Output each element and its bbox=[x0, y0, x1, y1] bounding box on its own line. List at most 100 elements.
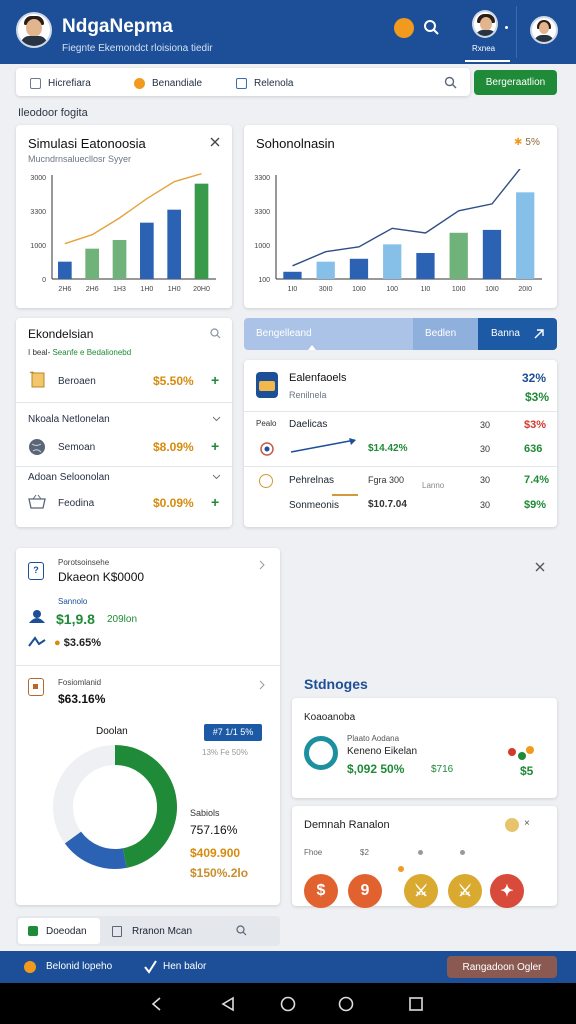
divider bbox=[16, 665, 280, 666]
coin-label: $2 bbox=[360, 848, 369, 857]
pct-text: $3.65% bbox=[63, 637, 102, 649]
donut-title: Doolan bbox=[96, 726, 128, 737]
meta-prefix: I beal- bbox=[28, 348, 51, 357]
donut-chart bbox=[53, 745, 177, 869]
chevron-down-icon[interactable] bbox=[212, 474, 221, 480]
wallet-label: Porotsoinsehe bbox=[58, 558, 110, 567]
list-item[interactable]: Semoan $8.09% + bbox=[16, 436, 232, 460]
x-tick-label: 100 bbox=[386, 286, 398, 293]
donut-tag-sub: 13% Fe 50% bbox=[202, 748, 248, 757]
row-value: $14.42% bbox=[368, 443, 408, 454]
chevron-right-icon[interactable] bbox=[258, 680, 266, 690]
search-icon[interactable] bbox=[210, 328, 221, 339]
bar bbox=[482, 229, 502, 279]
chevron-down-icon[interactable] bbox=[212, 416, 221, 422]
lock-icon bbox=[28, 678, 44, 696]
coin-icon bbox=[505, 818, 519, 832]
tab-hicrefiara[interactable]: Hicrefiara bbox=[30, 68, 91, 98]
tab-bedlen[interactable]: Bedlen bbox=[413, 318, 478, 350]
pct-value: ● $3.65% bbox=[54, 637, 101, 649]
coin-icon bbox=[134, 77, 145, 89]
home-icon[interactable] bbox=[280, 996, 296, 1012]
item-label: Beroaen bbox=[58, 376, 96, 387]
row-n: 30 bbox=[480, 500, 491, 510]
tab-doeodan[interactable]: Doeodan bbox=[18, 918, 100, 944]
search-icon[interactable] bbox=[236, 925, 247, 936]
action-button[interactable]: Bergeraatlion bbox=[474, 70, 557, 95]
add-icon[interactable]: + bbox=[211, 494, 219, 510]
list-item[interactable]: Beroaen $5.50% + bbox=[16, 368, 232, 396]
chart-subtitle: Mucndrnsaluecllosr Syyer bbox=[28, 154, 132, 164]
profile-underline bbox=[465, 60, 510, 62]
item-label: Feodina bbox=[58, 498, 95, 509]
row-prefix: Pealo bbox=[256, 419, 277, 428]
list-item[interactable]: Feodina $0.09% + bbox=[16, 492, 232, 516]
close-icon[interactable] bbox=[210, 137, 220, 147]
question-icon[interactable]: ? bbox=[28, 562, 44, 580]
coin-nine-icon[interactable]: 9 bbox=[348, 874, 382, 908]
profile-avatar[interactable] bbox=[472, 10, 498, 38]
bar bbox=[316, 261, 335, 279]
y-tick-label: 3300 bbox=[254, 209, 270, 216]
search-icon[interactable] bbox=[444, 76, 457, 89]
footer-action-button[interactable]: Rangadoon Ogler bbox=[447, 956, 557, 978]
basket-icon bbox=[28, 494, 46, 509]
triangle-back-icon[interactable] bbox=[221, 996, 235, 1012]
user-avatar[interactable] bbox=[16, 12, 52, 48]
tab-banna[interactable]: Banna bbox=[478, 318, 557, 350]
bar bbox=[140, 222, 154, 279]
row-label: Pehrelnas bbox=[289, 475, 335, 486]
home-icon[interactable] bbox=[338, 996, 354, 1012]
tab-benandiale[interactable]: Benandiale bbox=[134, 68, 202, 98]
donut-segment bbox=[114, 745, 177, 868]
pct-value: $3% bbox=[525, 390, 550, 404]
back-icon[interactable] bbox=[150, 996, 164, 1012]
wallet-amount: Dkaeon K$0000 bbox=[58, 570, 145, 584]
divider bbox=[516, 6, 517, 58]
tab-rranon[interactable]: Rranon Mcan bbox=[132, 926, 192, 937]
tab-pointer bbox=[308, 345, 316, 350]
tab-bengelleand[interactable]: Bengelleand bbox=[244, 318, 414, 350]
chart-title: Simulasi Eatonoosia bbox=[28, 136, 146, 151]
settings-avatar[interactable] bbox=[530, 16, 558, 44]
arrow-up-right-icon bbox=[534, 329, 544, 339]
coin-dollar-icon[interactable]: $ bbox=[304, 874, 338, 908]
bar bbox=[85, 248, 100, 279]
check-icon bbox=[144, 960, 157, 974]
divider bbox=[16, 402, 232, 403]
check-icon bbox=[28, 926, 38, 936]
tab-relenola[interactable]: Relenola bbox=[236, 68, 293, 98]
coin-badge-icon[interactable]: ✦ bbox=[490, 874, 524, 908]
footer-left[interactable]: Belonid lopeho bbox=[46, 961, 112, 972]
x-tick-label: 10I0 bbox=[485, 286, 499, 293]
profile-label: Rxnea bbox=[472, 44, 496, 53]
notification-icon[interactable] bbox=[394, 18, 414, 38]
x-tick-label: 10I0 bbox=[352, 286, 366, 293]
row-value: Fgra 300 bbox=[368, 475, 405, 485]
dot-icon bbox=[526, 746, 534, 754]
search-icon[interactable] bbox=[422, 18, 440, 36]
donut-tag[interactable]: #7 1/1 5% bbox=[204, 724, 262, 741]
item-label: Semoan bbox=[58, 442, 96, 453]
bar bbox=[349, 258, 369, 279]
dot-icon bbox=[460, 850, 465, 855]
close-icon[interactable] bbox=[535, 562, 545, 572]
recents-icon[interactable] bbox=[408, 996, 424, 1012]
tab-label: Benandiale bbox=[152, 77, 203, 89]
row-n: 30 bbox=[480, 420, 491, 430]
coin-sword-icon[interactable]: ⚔ bbox=[404, 874, 438, 908]
footer-mid[interactable]: Hen balor bbox=[163, 961, 206, 972]
bar bbox=[167, 209, 182, 279]
tab-label: Banna bbox=[491, 328, 520, 339]
close-icon[interactable]: × bbox=[524, 818, 530, 829]
main-value: $1,9.8 bbox=[56, 611, 95, 627]
chevron-right-icon[interactable] bbox=[258, 560, 266, 570]
donut-segment bbox=[64, 831, 127, 869]
tab-label: Doeodan bbox=[46, 926, 87, 937]
bar bbox=[58, 261, 72, 279]
left-list-card: Ekondelsian I beal- Seanfe e Bedalionebd… bbox=[16, 318, 232, 527]
add-icon[interactable]: + bbox=[211, 438, 219, 454]
add-icon[interactable]: + bbox=[211, 372, 219, 388]
bar-chart-1: 3000 3300 1000 0 2H6 2H6 1H3 1H0 1H0 20H0 bbox=[30, 173, 216, 293]
coin-sword-icon[interactable]: ⚔ bbox=[448, 874, 482, 908]
